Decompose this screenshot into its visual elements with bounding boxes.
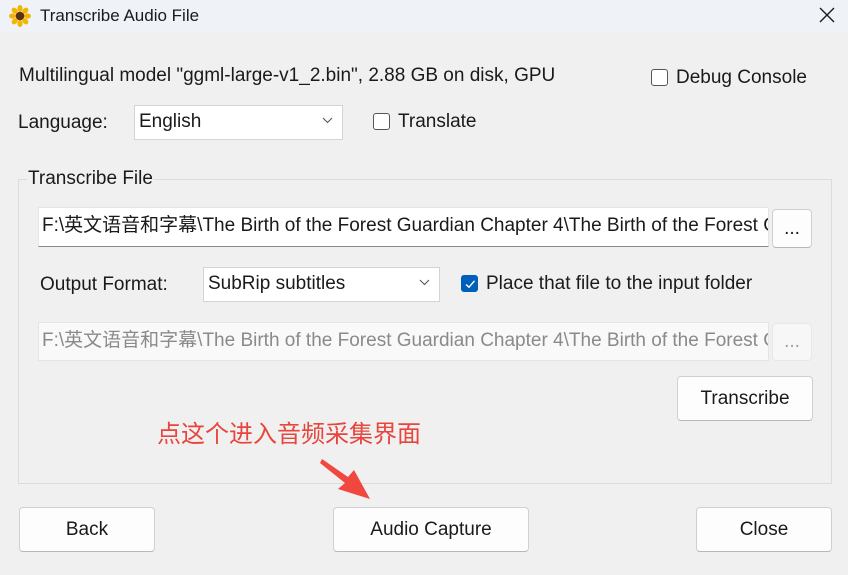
language-value: English <box>139 111 202 132</box>
output-format-select[interactable]: SubRip subtitles <box>203 267 440 302</box>
browse-output-label: ... <box>784 331 800 352</box>
chevron-down-icon <box>419 279 430 286</box>
place-in-input-folder-checkbox[interactable] <box>461 275 478 292</box>
language-select[interactable]: English <box>134 105 343 140</box>
translate-checkbox[interactable] <box>373 113 390 130</box>
group-title: Transcribe File <box>27 168 154 190</box>
output-file-path: F:\英文语音和字幕\The Birth of the Forest Guard… <box>38 322 769 361</box>
language-label: Language: <box>18 112 108 133</box>
annotation-arrow-icon <box>320 459 370 499</box>
audio-capture-label: Audio Capture <box>370 518 492 540</box>
input-file-path[interactable]: F:\英文语音和字幕\The Birth of the Forest Guard… <box>38 207 769 247</box>
close-label: Close <box>739 518 789 540</box>
browse-input-label: ... <box>784 217 800 239</box>
input-file-path-text: F:\英文语音和字幕\The Birth of the Forest Guard… <box>42 215 768 236</box>
back-button[interactable]: Back <box>19 507 155 552</box>
browse-input-button[interactable]: ... <box>772 209 812 248</box>
close-button[interactable]: Close <box>696 507 832 552</box>
audio-capture-button[interactable]: Audio Capture <box>333 507 529 552</box>
window-title: Transcribe Audio File <box>40 6 200 25</box>
transcribe-button[interactable]: Transcribe <box>677 376 813 421</box>
debug-console-checkbox[interactable] <box>651 69 668 86</box>
place-in-input-folder-label[interactable]: Place that file to the input folder <box>486 273 752 295</box>
back-label: Back <box>65 518 109 540</box>
sunflower-icon <box>9 5 31 27</box>
close-icon[interactable] <box>818 6 836 24</box>
chevron-down-icon <box>322 117 333 124</box>
transcribe-label: Transcribe <box>700 387 790 409</box>
output-file-path-text: F:\英文语音和字幕\The Birth of the Forest Guard… <box>42 330 768 351</box>
translate-label[interactable]: Translate <box>398 111 477 133</box>
checkmark-icon <box>465 280 476 289</box>
browse-output-button: ... <box>772 323 812 361</box>
output-format-value: SubRip subtitles <box>208 273 346 294</box>
annotation-text: 点这个进入音频采集界面 <box>157 421 421 448</box>
title-bar: Transcribe Audio File <box>0 0 848 32</box>
output-format-label: Output Format: <box>40 274 168 295</box>
debug-console-label[interactable]: Debug Console <box>676 67 807 89</box>
model-info: Multilingual model "ggml-large-v1_2.bin"… <box>19 65 556 86</box>
